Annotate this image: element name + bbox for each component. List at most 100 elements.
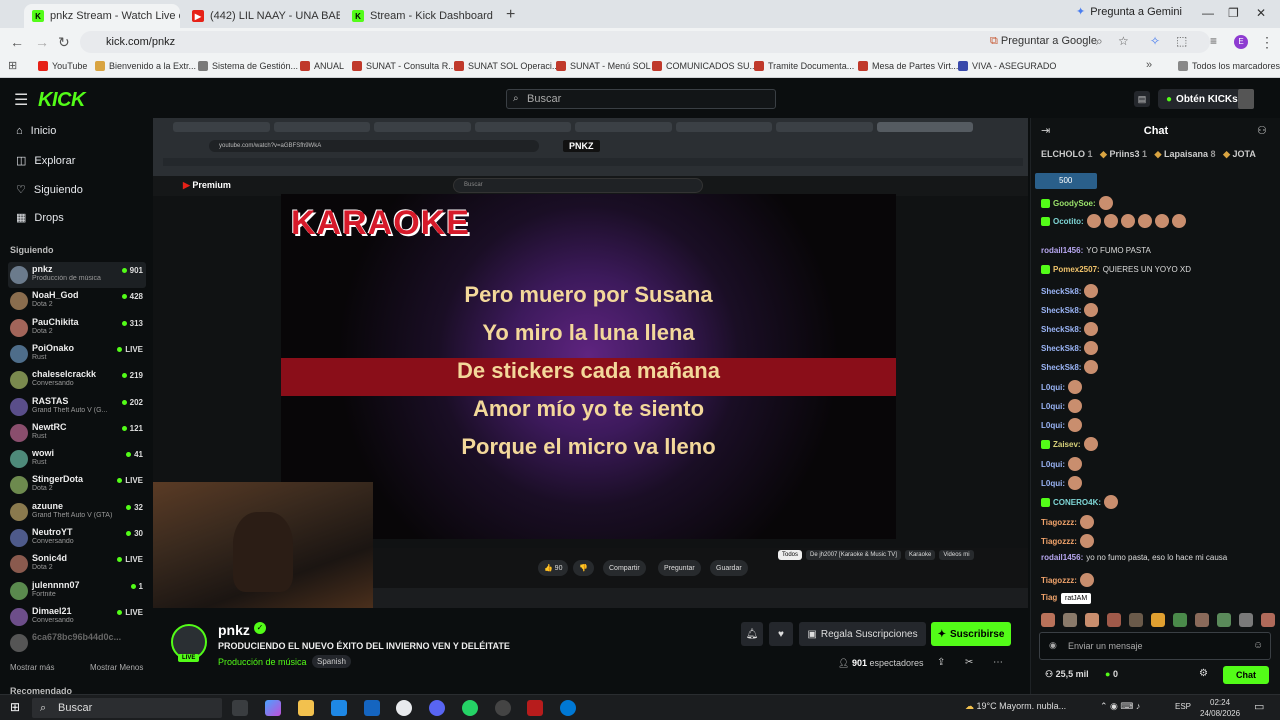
following-channel[interactable]: PauChikita Dota 2 313 <box>8 315 146 341</box>
nav-siguiendo[interactable]: ♡ Siguiendo <box>16 183 83 197</box>
emote-icon[interactable] <box>1079 573 1094 587</box>
emote-icon[interactable] <box>1084 341 1099 355</box>
bookmark-item[interactable]: ANUAL <box>300 61 344 71</box>
back-icon[interactable]: ← <box>10 34 24 50</box>
following-channel[interactable]: NewtRC Rust 121 <box>8 420 146 446</box>
following-channel[interactable]: StingerDota Dota 2 LIVE <box>8 472 146 498</box>
close-window-icon[interactable]: ✕ <box>1256 6 1266 20</box>
emote-icon[interactable] <box>1068 418 1082 432</box>
chat-username[interactable]: SheckSk8: <box>1041 344 1081 353</box>
send-chat-button[interactable]: Chat <box>1223 666 1269 684</box>
emote-icon[interactable] <box>1085 613 1099 627</box>
obs-icon[interactable] <box>495 700 511 716</box>
following-channel[interactable]: wowi Rust 41 <box>8 446 146 472</box>
gemini-button[interactable]: ✦ Pregunta a Gemini <box>1076 5 1182 19</box>
file-explorer-icon[interactable] <box>298 700 314 716</box>
more-bookmarks-icon[interactable]: » <box>1146 59 1152 71</box>
clip-icon[interactable]: ✂ <box>965 657 973 668</box>
bookmark-item[interactable]: SUNAT - Consulta R... <box>352 61 456 71</box>
taskbar-clock[interactable]: 02:24 24/08/2026 <box>1200 697 1240 719</box>
emote-icon[interactable] <box>1151 613 1165 627</box>
following-channel[interactable]: RASTAS Grand Theft Auto V (G... 202 <box>8 394 146 420</box>
channel-name[interactable]: pnkz <box>218 622 250 638</box>
following-channel[interactable]: pnkz Producción de música 901 <box>8 262 146 288</box>
chat-username[interactable]: Zaisev: <box>1053 440 1081 449</box>
chat-username[interactable]: SheckSk8: <box>1041 325 1081 334</box>
bookmark-item[interactable]: Sistema de Gestión... <box>198 61 298 71</box>
chat-username[interactable]: CONERO4K: <box>1053 498 1101 507</box>
emote-icon[interactable] <box>1098 196 1113 210</box>
mail-icon[interactable] <box>364 700 380 716</box>
following-channel[interactable]: PoiOnako Rust LIVE <box>8 341 146 367</box>
nav-drops[interactable]: ▦ Drops <box>16 211 64 225</box>
settings-gear-icon[interactable]: ⚙ <box>1199 668 1208 679</box>
apps-grid-icon[interactable]: ⊞ <box>8 59 17 72</box>
show-more-button[interactable]: Mostrar más <box>10 663 54 672</box>
following-channel[interactable]: Sonic4d Dota 2 LIVE <box>8 551 146 577</box>
chat-users-icon[interactable]: ⚇ <box>1257 124 1267 137</box>
emote-icon[interactable] <box>1086 214 1101 228</box>
chat-username[interactable]: L0qui: <box>1041 479 1065 488</box>
reload-icon[interactable]: ↻ <box>58 34 70 51</box>
emote-icon[interactable] <box>1154 214 1169 228</box>
minimize-icon[interactable]: — <box>1202 6 1214 20</box>
emote-icon[interactable] <box>1217 613 1231 627</box>
emote-icon[interactable] <box>1173 613 1187 627</box>
all-bookmarks-folder[interactable]: Todos los marcadores <box>1178 61 1280 71</box>
emoji-icon[interactable]: ☺ <box>1253 640 1263 651</box>
tab-pnkz-stream[interactable]: K pnkz Stream - Watch Live o ✕ <box>24 4 180 28</box>
emote-icon[interactable] <box>1079 515 1094 529</box>
emote-icon[interactable] <box>1083 437 1098 451</box>
chat-username[interactable]: rodail1456: <box>1041 553 1083 562</box>
chat-username[interactable]: L0qui: <box>1041 460 1065 469</box>
share-icon[interactable]: ⇪ <box>937 657 945 668</box>
weather-widget[interactable]: ☁ 19°C Mayorm. nubla... <box>965 701 1066 712</box>
new-tab-button[interactable]: + <box>506 6 515 24</box>
zoom-icon[interactable]: ⌕ <box>1096 34 1103 49</box>
emote-icon[interactable] <box>1129 613 1143 627</box>
forward-icon[interactable]: → <box>35 34 49 50</box>
windows-start-icon[interactable]: ⊞ <box>10 700 20 714</box>
task-view-icon[interactable] <box>232 700 248 716</box>
app-icon[interactable] <box>527 700 543 716</box>
chat-username[interactable]: rodail1456: <box>1041 246 1083 255</box>
following-channel[interactable]: 6ca678bc96b44d0c... <box>8 630 146 656</box>
emote-icon[interactable] <box>1068 399 1082 413</box>
whatsapp-icon[interactable] <box>462 700 478 716</box>
emote-icon[interactable] <box>1107 613 1121 627</box>
user-avatar[interactable] <box>1238 89 1254 109</box>
chat-username[interactable]: L0qui: <box>1041 402 1065 411</box>
language-tag[interactable]: Spanish <box>312 655 351 668</box>
emote-icon[interactable] <box>1063 613 1077 627</box>
chat-username[interactable]: Tiagozzz: <box>1041 518 1077 527</box>
extensions-puzzle-icon[interactable]: ⬚ <box>1176 34 1187 48</box>
chat-username[interactable]: SheckSk8: <box>1041 287 1081 296</box>
store-icon[interactable] <box>331 700 347 716</box>
chat-username[interactable]: SheckSk8: <box>1041 363 1081 372</box>
emote-icon[interactable] <box>1084 284 1099 298</box>
menu-kebab-icon[interactable]: ⋮ <box>1260 34 1274 51</box>
subscribe-button[interactable]: ✦ Suscribirse <box>931 622 1011 646</box>
show-less-button[interactable]: Mostrar Menos <box>90 663 143 672</box>
emote-icon[interactable] <box>1084 322 1099 336</box>
bookmark-item[interactable]: Bienvenido a la Extr... <box>95 61 196 71</box>
emote-icon[interactable] <box>1041 613 1055 627</box>
emote-icon[interactable] <box>1079 534 1094 548</box>
bookmark-item[interactable]: Tramite Documenta... <box>754 61 854 71</box>
bookmark-item[interactable]: YouTube <box>38 61 87 71</box>
chat-username[interactable]: GoodySoe: <box>1053 199 1096 208</box>
media-icon[interactable]: ≡ <box>1210 34 1217 48</box>
chat-username[interactable]: Tiagozzz: <box>1041 576 1077 585</box>
emote-icon[interactable] <box>1084 303 1099 317</box>
edge-icon[interactable] <box>560 700 576 716</box>
emote-icon[interactable] <box>1068 476 1082 490</box>
taskbar-search-input[interactable]: ⌕ Buscar <box>32 698 222 718</box>
emote-icon[interactable] <box>1171 214 1186 228</box>
chat-message-input[interactable]: Enviar un mensaje <box>1039 632 1271 660</box>
emote-icon[interactable] <box>1068 457 1082 471</box>
copilot-icon[interactable] <box>265 700 281 716</box>
close-tab-icon[interactable]: ✕ <box>499 9 500 23</box>
emote-icon[interactable] <box>1084 360 1099 374</box>
emote-icon[interactable] <box>1104 495 1119 509</box>
following-channel[interactable]: NeutroYT Conversando 30 <box>8 525 146 551</box>
